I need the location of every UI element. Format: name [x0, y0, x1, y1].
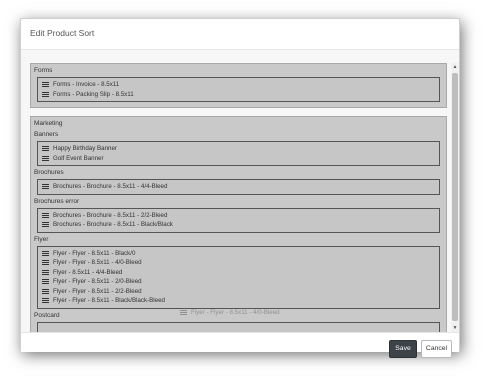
drag-handle-icon[interactable]: [42, 260, 49, 266]
drag-handle-icon[interactable]: [42, 279, 49, 285]
item-label: Flyer - Flyer - 8.5x11 - 2/0-Bleed: [53, 278, 142, 285]
list-item[interactable]: Flyer - Flyer - 8.5x11 - 2/2-Bleed: [42, 287, 435, 297]
item-label: Golf Event Banner: [53, 154, 104, 162]
sortable-group: Forms - Invoice - 8.5x11 Forms - Packing…: [37, 77, 440, 102]
drag-handle-icon[interactable]: [42, 269, 49, 275]
list-item[interactable]: Flyer - Flyer - 8.5x11 - 2/0-Bleed: [42, 277, 435, 287]
list-item[interactable]: Forms - Packing Slip - 8.5x11: [42, 90, 435, 100]
list-item[interactable]: Happy Birthday Banner: [42, 144, 435, 154]
drag-handle-icon[interactable]: [42, 222, 49, 228]
scroll-down-icon[interactable]: ▼: [451, 324, 459, 332]
list-item[interactable]: Brochures - Brochure - 8.5x11 - 2/2-Blee…: [42, 211, 435, 221]
dialog-header: Edit Product Sort: [21, 19, 459, 50]
group-title-flyer: Flyer: [34, 235, 49, 243]
sortable-group: Brochures - Brochure - 8.5x11 - 2/2-Blee…: [37, 207, 440, 233]
item-label: Forms - Invoice - 8.5x11: [53, 81, 120, 88]
list-item[interactable]: Flyer - 8.5x11 - 4/4-Bleed: [42, 268, 435, 278]
scroll-thumb[interactable]: [452, 73, 458, 321]
item-label: Flyer - Flyer - 8.5x11 - 2/2-Bleed: [53, 287, 142, 295]
category-title: Marketing: [34, 120, 63, 127]
list-item[interactable]: Brochures - Brochure - 8.5x11 - 4/4-Blee…: [42, 182, 435, 192]
group-title-banners: Banners: [34, 131, 59, 138]
list-item[interactable]: Forms - Invoice - 8.5x11: [42, 80, 435, 90]
item-label: Flyer - Flyer - 8.5x11 - Black/0: [53, 249, 136, 257]
drag-handle-icon[interactable]: [42, 146, 49, 152]
category-marketing: Marketing Banners Happy Birthday Banner …: [30, 116, 447, 332]
item-label: Flyer - Flyer - 8.5x11 - Black/Black-Ble…: [53, 297, 165, 304]
item-label: Happy Birthday Banner: [53, 145, 117, 152]
list-item[interactable]: Flyer - Flyer - 8.5x11 - 4/0-Bleed: [42, 258, 435, 268]
category-forms: Forms Forms - Invoice - 8.5x11 Forms - P…: [30, 63, 447, 108]
edit-product-sort-dialog: Edit Product Sort Forms Forms - Invoice …: [20, 18, 460, 358]
list-item[interactable]: Flyer - Flyer - 8.5x11 - Black/Black-Ble…: [42, 296, 435, 306]
dialog-title: Edit Product Sort: [30, 28, 95, 38]
sort-list[interactable]: Forms Forms - Invoice - 8.5x11 Forms - P…: [30, 63, 447, 332]
item-label: Flyer - Flyer - 8.5x11 - 4/0-Bleed: [191, 309, 280, 316]
sortable-group: [37, 321, 440, 332]
item-label: Flyer - 8.5x11 - 4/4-Bleed: [53, 268, 123, 276]
list-item[interactable]: Brochures - Brochure - 8.5x11 - Black/Bl…: [42, 220, 435, 230]
item-label: Flyer - Flyer - 8.5x11 - 4/0-Bleed: [53, 259, 142, 266]
save-button[interactable]: Save: [389, 340, 417, 358]
dialog-body: Forms Forms - Invoice - 8.5x11 Forms - P…: [21, 50, 459, 332]
item-label: Brochures - Brochure - 8.5x11 - 4/4-Blee…: [53, 183, 168, 190]
drag-handle-icon[interactable]: [42, 184, 49, 190]
category-title: Forms: [34, 67, 53, 74]
cancel-button[interactable]: Cancel: [421, 340, 452, 358]
group-title-brochures-error: Brochures error: [34, 197, 80, 205]
item-label: Brochures - Brochure - 8.5x11 - Black/Bl…: [53, 221, 173, 228]
scroll-up-icon[interactable]: ▲: [451, 63, 459, 71]
drag-handle-icon[interactable]: [42, 155, 49, 161]
drag-handle-icon[interactable]: [42, 250, 49, 256]
sortable-group: Brochures - Brochure - 8.5x11 - 4/4-Blee…: [37, 179, 440, 195]
dialog-footer: Save Cancel: [21, 332, 459, 358]
sortable-group: Happy Birthday Banner Golf Event Banner: [37, 141, 440, 166]
drag-handle-icon[interactable]: [42, 298, 49, 304]
drag-handle-icon[interactable]: [42, 212, 49, 218]
item-label: Brochures - Brochure - 8.5x11 - 2/2-Blee…: [53, 211, 168, 219]
list-item[interactable]: Flyer - Flyer - 8.5x11 - Black/0: [42, 249, 435, 259]
list-item[interactable]: Golf Event Banner: [42, 154, 435, 164]
dragging-item-ghost[interactable]: Flyer - Flyer - 8.5x11 - 4/0-Bleed: [180, 309, 280, 316]
group-title-brochures: Brochures: [34, 169, 64, 176]
item-label: Forms - Packing Slip - 8.5x11: [53, 90, 134, 98]
drag-handle-icon[interactable]: [42, 288, 49, 294]
drag-handle-icon[interactable]: [180, 310, 187, 315]
vertical-scrollbar[interactable]: ▲ ▼: [451, 63, 459, 332]
drag-handle-icon[interactable]: [42, 91, 49, 97]
drag-handle-icon[interactable]: [42, 82, 49, 88]
sortable-group: Flyer - Flyer - 8.5x11 - Black/0 Flyer -…: [37, 245, 440, 309]
